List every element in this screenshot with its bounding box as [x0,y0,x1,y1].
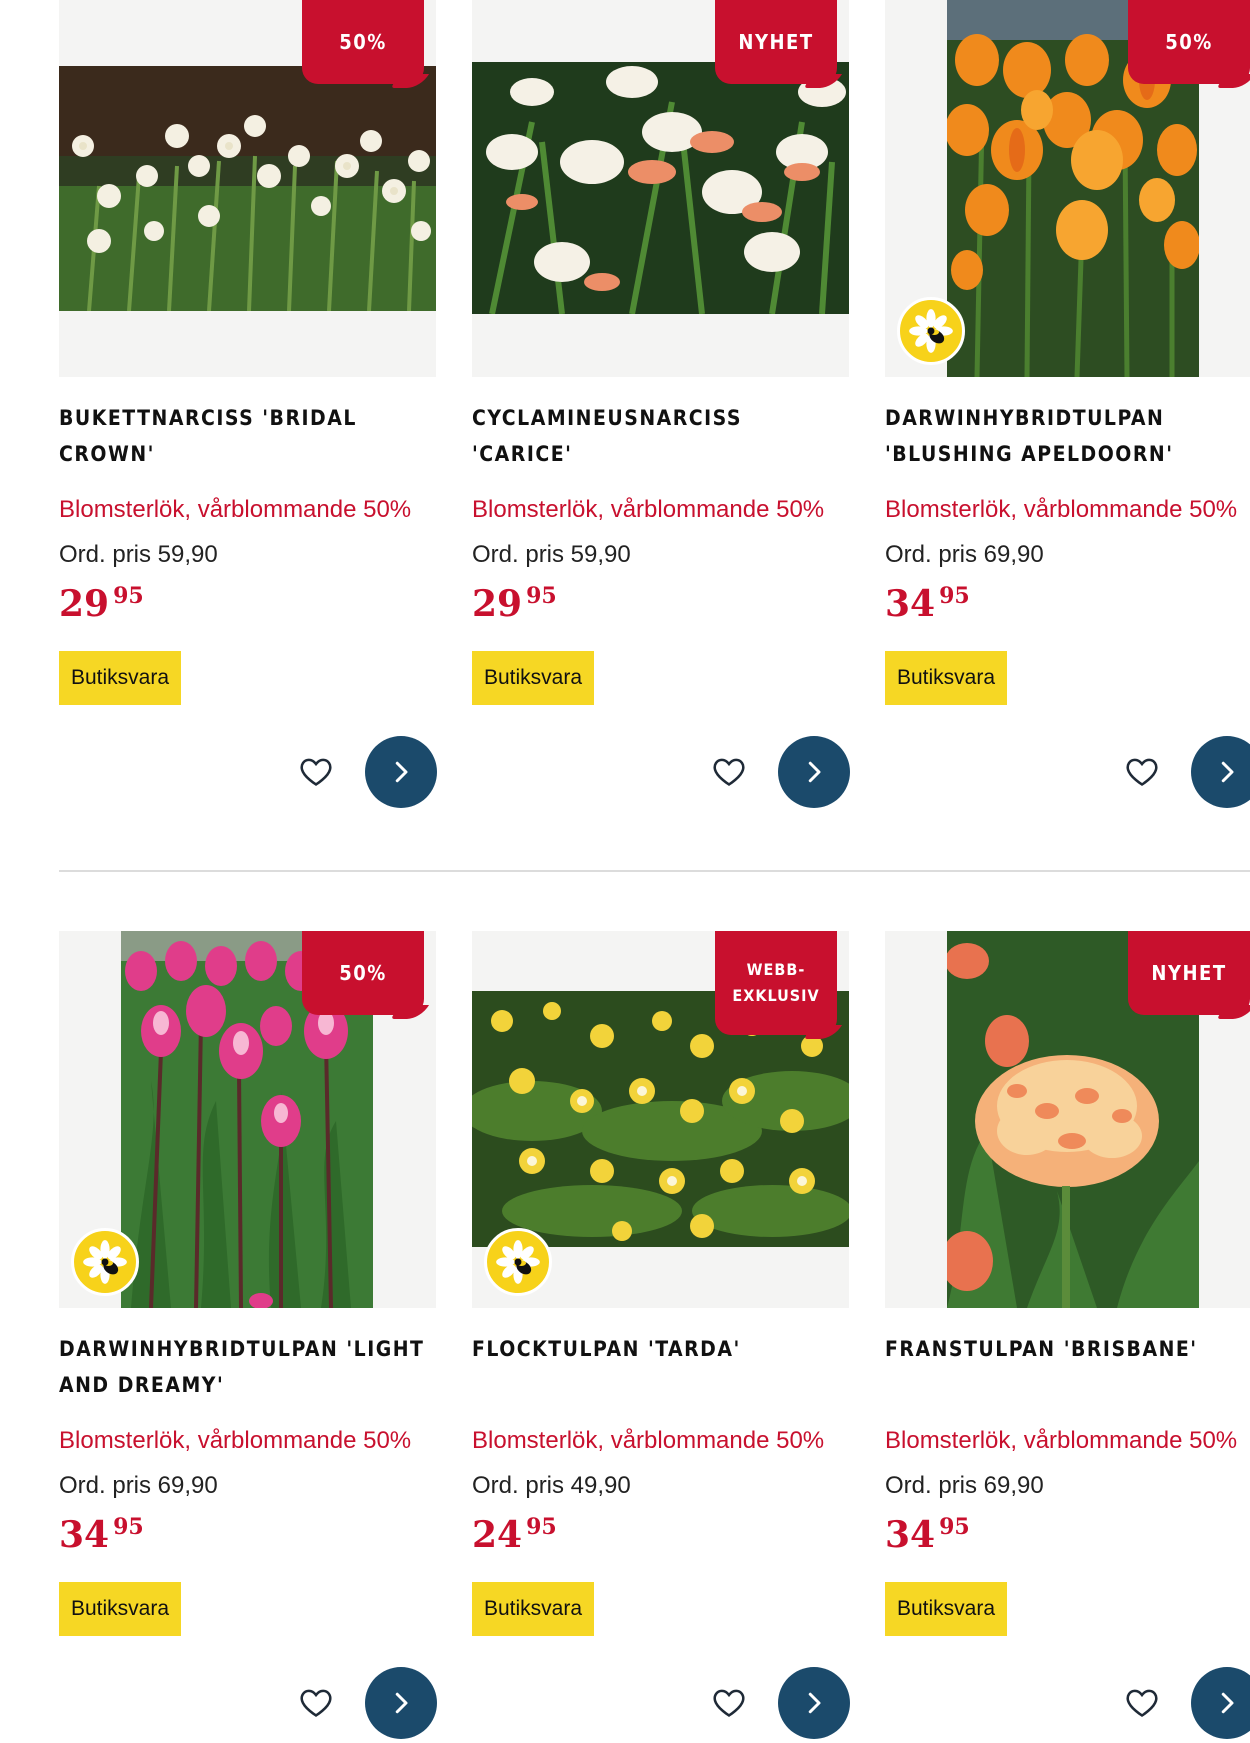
open-product-button[interactable] [1191,1667,1250,1739]
discount-badge: 50% [302,0,424,84]
stock-badge: Butiksvara [472,1582,595,1636]
price-decimals: 95 [113,1514,144,1540]
product-photo [59,66,436,311]
heart-icon [300,758,332,786]
price-decimals: 95 [526,1514,557,1540]
new-badge: NYHET [1128,931,1250,1015]
chevron-right-icon [395,1692,408,1714]
chevron-right-icon [395,761,408,783]
heart-icon [300,1689,332,1717]
chevron-right-icon [808,1692,821,1714]
chevron-right-icon [1221,761,1234,783]
favorite-button[interactable] [1123,752,1161,790]
price-integer: 34 [885,1514,936,1556]
open-product-button[interactable] [365,736,437,808]
open-product-button[interactable] [1191,736,1250,808]
product-image[interactable]: 50% [885,0,1250,377]
heart-icon [713,758,745,786]
heart-icon [1126,758,1158,786]
pollinator-badge [484,1228,552,1296]
favorite-button[interactable] [1123,1683,1161,1721]
heart-icon [1126,1689,1158,1717]
badge-line: WEBB- [746,960,806,979]
product-image[interactable]: NYHET [472,0,849,377]
web-exclusive-badge: WEBB- EXKLUSIV [715,931,837,1035]
price-decimals: 95 [939,583,970,609]
product-photo [472,62,849,314]
stock-badge: Butiksvara [885,651,1008,705]
sale-price: 29 95 [59,583,144,625]
product-image[interactable]: 50% [59,931,436,1308]
ordinary-price: Ord. pris 69,90 [885,541,1044,568]
badge-line: EXKLUSIV [732,986,820,1005]
price-integer: 24 [472,1514,523,1556]
sale-price: 34 95 [59,1514,144,1556]
bee-flower-icon [496,1240,540,1284]
ordinary-price: Ord. pris 59,90 [472,541,631,568]
product-title[interactable]: Darwinhybridtulpan 'Light and Dreamy' [59,1331,436,1403]
product-title[interactable]: Flocktulpan 'Tarda' [472,1331,849,1367]
product-category: Blomsterlök, vårblommande 50% [885,496,1238,523]
stock-badge: Butiksvara [472,651,595,705]
stock-badge: Butiksvara [59,1582,182,1636]
favorite-button[interactable] [297,1683,335,1721]
chevron-right-icon [808,761,821,783]
pollinator-badge [71,1228,139,1296]
product-category: Blomsterlök, vårblommande 50% [59,1427,412,1454]
discount-badge: 50% [302,931,424,1015]
product-category: Blomsterlök, vårblommande 50% [472,496,825,523]
product-category: Blomsterlök, vårblommande 50% [885,1427,1238,1454]
sale-price: 34 95 [885,583,970,625]
chevron-right-icon [1221,1692,1234,1714]
product-title[interactable]: Bukettnarciss 'Bridal Crown' [59,400,436,472]
row-divider [59,870,1250,872]
product-title[interactable]: Franstulpan 'Brisbane' [885,1331,1250,1367]
favorite-button[interactable] [710,1683,748,1721]
favorite-button[interactable] [710,752,748,790]
sale-price: 29 95 [472,583,557,625]
product-category: Blomsterlök, vårblommande 50% [59,496,412,523]
ordinary-price: Ord. pris 59,90 [59,541,218,568]
price-integer: 34 [885,583,936,625]
product-title[interactable]: Darwinhybridtulpan 'Blushing Apeldoorn' [885,400,1250,472]
price-integer: 34 [59,1514,110,1556]
new-badge: NYHET [715,0,837,84]
product-category: Blomsterlök, vårblommande 50% [472,1427,825,1454]
sale-price: 24 95 [472,1514,557,1556]
heart-icon [713,1689,745,1717]
price-integer: 29 [472,583,523,625]
price-decimals: 95 [939,1514,970,1540]
favorite-button[interactable] [297,752,335,790]
product-image[interactable]: WEBB- EXKLUSIV [472,931,849,1308]
ordinary-price: Ord. pris 69,90 [885,1472,1044,1499]
sale-price: 34 95 [885,1514,970,1556]
bee-flower-icon [83,1240,127,1284]
pollinator-badge [897,297,965,365]
product-title[interactable]: Cyclamineusnarciss 'Carice' [472,400,849,472]
open-product-button[interactable] [778,1667,850,1739]
open-product-button[interactable] [365,1667,437,1739]
open-product-button[interactable] [778,736,850,808]
stock-badge: Butiksvara [59,651,182,705]
bee-flower-icon [909,309,953,353]
price-decimals: 95 [526,583,557,609]
ordinary-price: Ord. pris 69,90 [59,1472,218,1499]
product-image[interactable]: 50% [59,0,436,377]
discount-badge: 50% [1128,0,1250,84]
price-integer: 29 [59,583,110,625]
product-image[interactable]: NYHET [885,931,1250,1308]
price-decimals: 95 [113,583,144,609]
stock-badge: Butiksvara [885,1582,1008,1636]
ordinary-price: Ord. pris 49,90 [472,1472,631,1499]
